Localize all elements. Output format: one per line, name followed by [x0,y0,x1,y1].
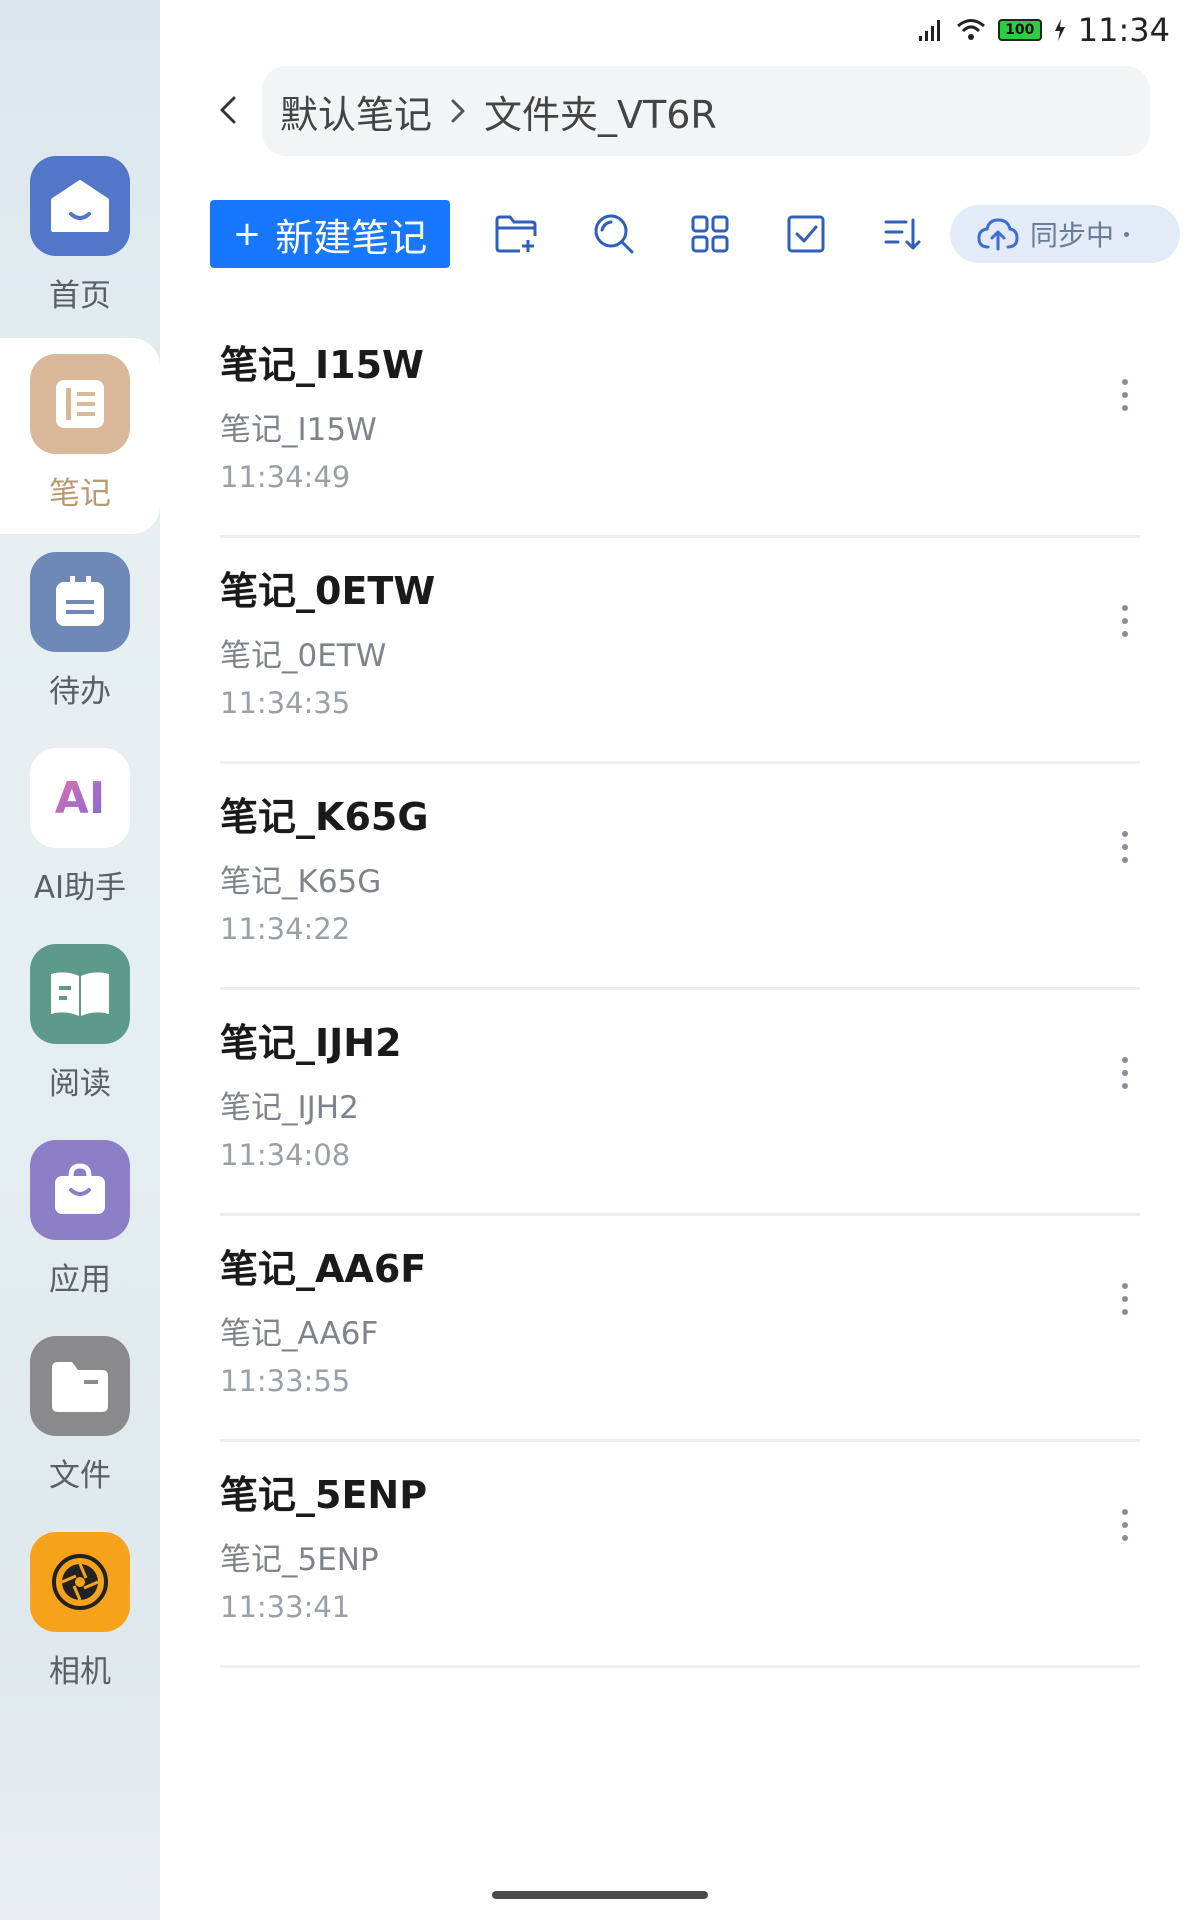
sidebar-item-apps[interactable]: 应用 [0,1124,160,1320]
sync-dot-icon [1124,231,1130,237]
more-button[interactable] [1110,372,1140,418]
sidebar-item-label: 阅读 [49,1066,111,1102]
sidebar-item-label: 首页 [49,278,111,314]
home-icon [30,156,130,256]
more-button[interactable] [1110,1276,1140,1322]
search-button[interactable] [588,208,640,260]
note-preview: 笔记_IJH2 [220,1090,359,1126]
status-bar: 100 11:34 [918,10,1170,50]
sidebar-item-notes[interactable]: 笔记 [0,338,160,534]
sort-icon [884,218,921,250]
sidebar-item-label: 待办 [49,674,111,710]
sidebar-item-label: 应用 [49,1262,111,1298]
note-time: 11:33:41 [220,1590,351,1624]
note-preview: 笔记_AA6F [220,1316,379,1352]
note-title: 笔记_K65G [220,795,429,839]
note-time: 11:34:22 [220,912,351,946]
note-title: 笔记_5ENP [220,1473,428,1517]
sort-button[interactable] [876,208,928,260]
ai-icon-text: AI [54,772,106,824]
sidebar-item-label: 相机 [49,1654,111,1690]
sidebar-item-ai[interactable]: AI AI助手 [0,732,160,928]
signal-icon [918,20,940,41]
more-vertical-icon [1122,1283,1128,1315]
more-button[interactable] [1110,598,1140,644]
status-time: 11:34 [1077,11,1170,49]
divider [220,1665,1140,1668]
notebook-icon [30,354,130,454]
note-preview: 笔记_0ETW [220,638,387,674]
new-note-label: 新建笔记 [275,215,428,260]
calendar-icon [30,552,130,652]
note-item[interactable]: 笔记_0ETW 笔记_0ETW 11:34:35 [220,538,1140,764]
back-button[interactable] [208,88,248,132]
more-vertical-icon [1122,379,1128,411]
wifi-icon [956,19,985,40]
note-time: 11:34:08 [220,1138,351,1172]
book-icon [30,944,130,1044]
chevron-left-icon [220,96,236,124]
note-time: 11:34:35 [220,686,351,720]
more-vertical-icon [1122,1057,1128,1089]
note-preview: 笔记_K65G [220,864,382,900]
sidebar-item-read[interactable]: 阅读 [0,928,160,1124]
checkbox-icon [787,215,825,253]
battery-level: 100 [1005,22,1035,38]
note-item[interactable]: 笔记_5ENP 笔记_5ENP 11:33:41 [220,1442,1140,1668]
ai-icon: AI [30,748,130,848]
sidebar-item-todo[interactable]: 待办 [0,536,160,732]
note-title: 笔记_0ETW [220,569,436,613]
more-vertical-icon [1122,605,1128,637]
more-button[interactable] [1110,1502,1140,1548]
breadcrumb-current: 文件夹_VT6R [484,92,717,137]
note-item[interactable]: 笔记_K65G 笔记_K65G 11:34:22 [220,764,1140,990]
sidebar-item-camera[interactable]: 相机 [0,1516,160,1712]
plus-icon: + [232,214,262,254]
home-indicator[interactable] [492,1891,708,1899]
sidebar-item-label: AI助手 [33,870,127,906]
sidebar-item-label: 文件 [49,1458,111,1494]
sync-button[interactable]: 同步中 [950,205,1180,263]
breadcrumb: 默认笔记 文件夹_VT6R [262,66,1150,156]
new-note-button[interactable]: + 新建笔记 [210,200,450,268]
search-icon [594,214,634,254]
note-item[interactable]: 笔记_I15W 笔记_I15W 11:34:49 [220,312,1140,538]
chevron-right-icon [450,98,466,124]
camera-icon [30,1532,130,1632]
sync-label: 同步中 [1030,219,1115,252]
grid-icon [691,215,729,253]
new-folder-button[interactable] [490,208,542,260]
breadcrumb-root[interactable]: 默认笔记 [280,84,432,139]
charging-icon [1054,19,1065,41]
sidebar: 首页 笔记 待办 AI AI助手 阅读 应用 文件 相机 [0,0,160,1920]
folder-icon [30,1336,130,1436]
note-preview: 笔记_I15W [220,412,377,448]
select-button[interactable] [780,208,832,260]
sidebar-item-label: 笔记 [49,476,111,512]
sidebar-item-home[interactable]: 首页 [0,140,160,336]
note-title: 笔记_I15W [220,343,424,387]
sidebar-item-files[interactable]: 文件 [0,1320,160,1516]
more-button[interactable] [1110,1050,1140,1096]
battery-icon: 100 [997,19,1042,41]
folder-add-icon [495,215,537,253]
cloud-upload-icon [977,218,1019,251]
note-preview: 笔记_5ENP [220,1542,379,1578]
more-vertical-icon [1122,1509,1128,1541]
more-vertical-icon [1122,831,1128,863]
note-item[interactable]: 笔记_IJH2 笔记_IJH2 11:34:08 [220,990,1140,1216]
note-time: 11:34:49 [220,460,351,494]
note-item[interactable]: 笔记_AA6F 笔记_AA6F 11:33:55 [220,1216,1140,1442]
note-title: 笔记_AA6F [220,1247,427,1291]
note-title: 笔记_IJH2 [220,1021,402,1065]
bag-icon [30,1140,130,1240]
note-time: 11:33:55 [220,1364,351,1398]
grid-view-button[interactable] [684,208,736,260]
more-button[interactable] [1110,824,1140,870]
